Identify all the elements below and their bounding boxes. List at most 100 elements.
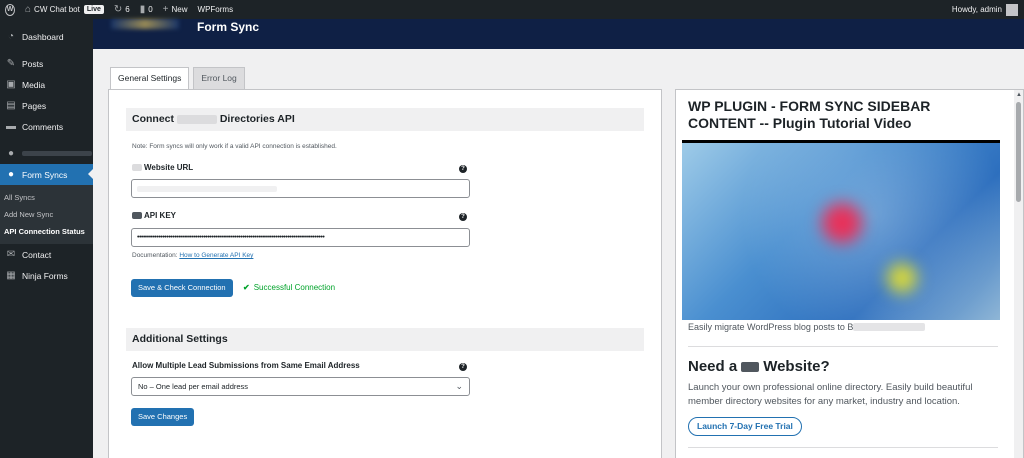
tab-error-log[interactable]: Error Log — [193, 67, 245, 89]
submenu-api-connection-status[interactable]: API Connection Status — [0, 223, 93, 240]
api-key-input[interactable]: ••••••••••••••••••••••••••••••••••••••••… — [131, 228, 470, 247]
api-key-doc-link[interactable]: How to Generate API Key — [179, 252, 253, 259]
menu-label: Dashboard — [22, 31, 64, 42]
redacted-brand — [741, 361, 760, 372]
divider — [688, 447, 998, 448]
heading-text: Need a — [688, 358, 738, 375]
menu-comments[interactable]: ▬ Comments — [0, 116, 93, 137]
mail-icon: ✉ — [6, 249, 16, 260]
tutorial-video[interactable] — [682, 140, 1000, 320]
scrollbar[interactable]: ▲ — [1014, 90, 1023, 458]
menu-label: Comments — [22, 121, 64, 132]
scroll-thumb[interactable] — [1016, 102, 1021, 202]
submenu-all-syncs[interactable]: All Syncs — [0, 189, 93, 206]
menu-pages[interactable]: ▤ Pages — [0, 95, 93, 116]
home-icon: ⌂ — [25, 4, 32, 15]
bulb-icon: ● — [7, 169, 15, 180]
menu-contact[interactable]: ✉ Contact — [0, 244, 93, 265]
redacted-value — [137, 185, 277, 192]
chevron-down-icon: ⌄ — [455, 381, 463, 391]
documentation-line: Documentation: How to Generate API Key — [132, 252, 253, 259]
account-menu[interactable]: Howdy, admin — [951, 3, 1024, 16]
menu-dashboard[interactable]: ◔ Dashboard — [0, 26, 93, 47]
lead-submissions-select[interactable]: No – One lead per email address ⌄ — [131, 377, 470, 396]
redacted-brand — [176, 114, 217, 124]
new-content-link[interactable]: + New — [158, 0, 193, 19]
howdy-text: Howdy, admin — [951, 5, 1002, 14]
save-check-connection-button[interactable]: Save & Check Connection — [131, 279, 233, 297]
admin-sidebar: ◔ Dashboard ✎ Posts ▣ Media ▤ Pages ▬ Co… — [0, 19, 93, 458]
media-icon: ▣ — [6, 79, 16, 90]
settings-tabs: General Settings Error Log — [110, 67, 249, 90]
redacted-brand — [132, 164, 142, 171]
bulb-icon: ● — [7, 148, 15, 159]
website-url-input[interactable] — [131, 179, 470, 198]
sidebar-content-panel: WP PLUGIN - FORM SYNC SIDEBAR CONTENT --… — [675, 89, 1024, 458]
additional-section-heading: Additional Settings — [126, 328, 644, 351]
menu-label: Posts — [22, 58, 44, 69]
pages-icon: ▤ — [6, 100, 16, 111]
forms-icon: ▦ — [6, 270, 16, 281]
site-name: CW Chat bot — [34, 5, 80, 14]
wpforms-label: WPForms — [197, 5, 234, 14]
promo-description: Launch your own professional online dire… — [688, 382, 973, 407]
connection-status: ✔ Successful Connection — [243, 283, 335, 292]
heading-text: Connect — [132, 113, 174, 125]
scroll-up-icon[interactable]: ▲ — [1016, 92, 1022, 98]
redacted-text — [853, 323, 926, 331]
heading-text: Website? — [763, 358, 830, 375]
comments-link[interactable]: ▮ 0 — [135, 0, 158, 19]
wordpress-icon: W — [5, 3, 15, 16]
promo-heading: Need a Website? — [688, 358, 830, 375]
updates-link[interactable]: ↻ 6 — [109, 0, 135, 19]
free-trial-button[interactable]: Launch 7-Day Free Trial — [688, 417, 802, 436]
help-icon[interactable]: ? — [459, 165, 467, 173]
menu-label: Media — [22, 79, 46, 90]
label-text: Website URL — [144, 163, 194, 172]
menu-form-syncs[interactable]: ● Form Syncs — [0, 164, 93, 185]
site-name-link[interactable]: ⌂ CW Chat bot Live — [20, 0, 109, 19]
doc-prefix: Documentation: — [132, 252, 178, 259]
avatar — [1006, 3, 1018, 16]
connect-section-heading: Connect Directories API — [126, 108, 644, 131]
comment-bubble-icon: ▮ — [139, 4, 146, 15]
divider — [688, 346, 998, 347]
updates-count: 6 — [125, 5, 130, 14]
form-syncs-submenu: All Syncs Add New Sync API Connection St… — [0, 185, 93, 244]
settings-panel: Connect Directories API Note: Form syncs… — [108, 89, 662, 458]
updates-icon: ↻ — [113, 4, 123, 15]
menu-redacted[interactable]: ● — [0, 143, 93, 164]
plugin-logo — [111, 19, 179, 29]
pin-icon: ✎ — [6, 58, 16, 69]
redacted-label — [22, 151, 92, 156]
video-blob — [887, 263, 917, 293]
live-badge: Live — [83, 5, 104, 14]
comments-count: 0 — [148, 5, 153, 14]
api-key-label: API KEY — [132, 211, 176, 220]
menu-label: Contact — [22, 249, 52, 260]
submenu-add-new-sync[interactable]: Add New Sync — [0, 206, 93, 223]
redacted-brand — [132, 212, 142, 219]
page-title: Form Sync — [197, 20, 260, 34]
dashboard-icon: ◔ — [7, 31, 15, 42]
video-blob — [822, 203, 862, 243]
website-url-label: Website URL — [132, 163, 193, 172]
menu-ninja-forms[interactable]: ▦ Ninja Forms — [0, 265, 93, 286]
connection-note: Note: Form syncs will only work if a val… — [132, 143, 337, 150]
menu-label: Form Syncs — [22, 169, 68, 180]
plugin-header: Form Sync — [93, 19, 1024, 49]
wpforms-link[interactable]: WPForms — [193, 0, 239, 19]
help-icon[interactable]: ? — [459, 363, 467, 371]
save-changes-button[interactable]: Save Changes — [131, 408, 195, 426]
plus-icon: + — [162, 4, 169, 15]
new-label: New — [171, 5, 188, 14]
menu-posts[interactable]: ✎ Posts — [0, 53, 93, 74]
check-icon: ✔ — [243, 283, 250, 292]
wordpress-logo-button[interactable]: W — [0, 0, 20, 19]
select-value: No – One lead per email address — [138, 382, 249, 391]
status-text: Successful Connection — [253, 283, 336, 292]
tab-general-settings[interactable]: General Settings — [110, 67, 190, 90]
help-icon[interactable]: ? — [459, 213, 467, 221]
menu-media[interactable]: ▣ Media — [0, 74, 93, 95]
sidebar-content-title: WP PLUGIN - FORM SYNC SIDEBAR CONTENT --… — [688, 98, 931, 131]
